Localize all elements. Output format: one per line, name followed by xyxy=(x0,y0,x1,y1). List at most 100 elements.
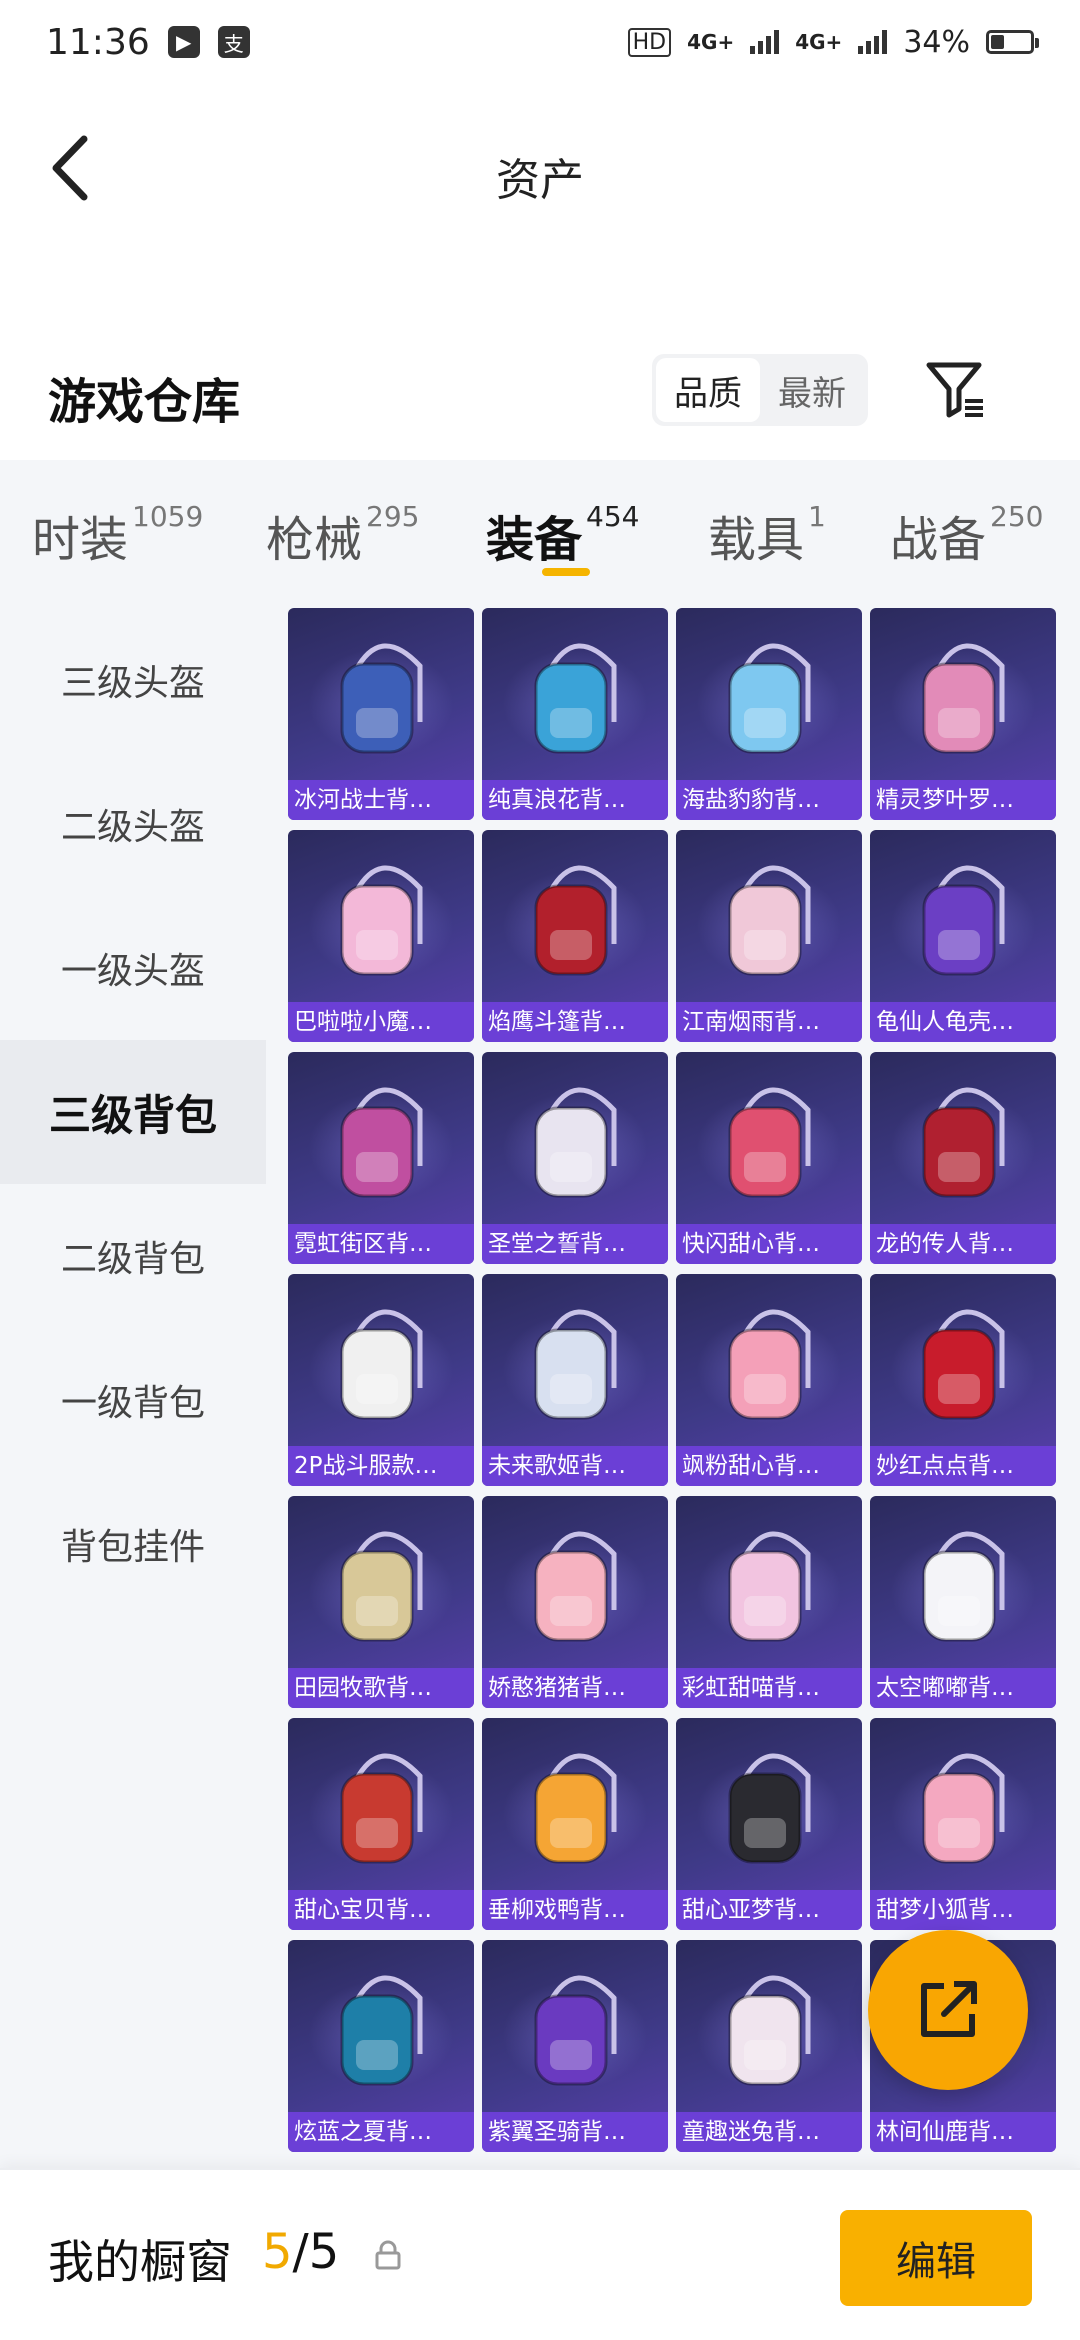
lock-icon xyxy=(375,2240,401,2270)
item-card[interactable]: 圣堂之誓背… xyxy=(482,1052,668,1264)
item-name: 林间仙鹿背… xyxy=(870,2112,1056,2152)
item-name: 冰河战士背… xyxy=(288,780,474,820)
item-card[interactable]: 童趣迷兔背… xyxy=(676,1940,862,2152)
tab-count: 1 xyxy=(808,500,826,533)
sort-newest-option[interactable]: 最新 xyxy=(760,358,864,422)
item-card[interactable]: 娇憨猪猪背… xyxy=(482,1496,668,1708)
item-card[interactable]: 飒粉甜心背… xyxy=(676,1274,862,1486)
item-name: 甜心亚梦背… xyxy=(676,1890,862,1930)
item-card[interactable]: 紫翼圣骑背… xyxy=(482,1940,668,2152)
backpack-icon xyxy=(340,865,423,976)
bottom-bar: 我的橱窗 5/5 编辑 xyxy=(0,2168,1080,2340)
edit-button[interactable]: 编辑 xyxy=(840,2210,1032,2306)
tab-equipment[interactable]: 装备 454 xyxy=(486,500,639,570)
showcase-count-current: 5 xyxy=(262,2224,293,2280)
share-button[interactable] xyxy=(868,1930,1028,2090)
hd-badge: HD xyxy=(627,27,672,57)
item-name: 娇憨猪猪背… xyxy=(482,1668,668,1708)
status-right: HD 4G+ 4G+ 34% xyxy=(627,25,1039,60)
tab-count: 250 xyxy=(990,500,1044,533)
backpack-icon xyxy=(922,643,1005,754)
sidebar-item-helmet-1[interactable]: 一级头盔 xyxy=(0,896,266,1040)
item-name: 妙红点点背… xyxy=(870,1446,1056,1486)
backpack-icon xyxy=(728,865,811,976)
item-name: 炫蓝之夏背… xyxy=(288,2112,474,2152)
item-name: 2P战斗服款… xyxy=(288,1446,474,1486)
item-card[interactable]: 焰鹰斗篷背… xyxy=(482,830,668,1042)
tab-label: 枪械 xyxy=(266,512,363,568)
tab-fashion[interactable]: 时装 1059 xyxy=(32,500,203,570)
backpack-icon xyxy=(534,1087,617,1198)
tab-guns[interactable]: 枪械 295 xyxy=(266,500,419,570)
backpack-icon xyxy=(922,1309,1005,1420)
item-card[interactable]: 龟仙人龟壳… xyxy=(870,830,1056,1042)
tab-supplies[interactable]: 战备 250 xyxy=(890,500,1043,570)
backpack-icon xyxy=(534,1753,617,1864)
item-name: 紫翼圣骑背… xyxy=(482,2112,668,2152)
item-card[interactable]: 彩虹甜喵背… xyxy=(676,1496,862,1708)
backpack-icon xyxy=(728,643,811,754)
backpack-icon xyxy=(728,1087,811,1198)
active-tab-indicator xyxy=(542,568,590,576)
item-card[interactable]: 冰河战士背… xyxy=(288,608,474,820)
item-name: 巴啦啦小魔… xyxy=(288,1002,474,1042)
item-card[interactable]: 甜梦小狐背… xyxy=(870,1718,1056,1930)
backpack-icon xyxy=(340,1975,423,2086)
item-name: 飒粉甜心背… xyxy=(676,1446,862,1486)
item-card[interactable]: 2P战斗服款… xyxy=(288,1274,474,1486)
item-card[interactable]: 甜心宝贝背… xyxy=(288,1718,474,1930)
sidebar-item-helmet-3[interactable]: 三级头盔 xyxy=(0,608,266,752)
item-card[interactable]: 快闪甜心背… xyxy=(676,1052,862,1264)
item-card[interactable]: 霓虹街区背… xyxy=(288,1052,474,1264)
tab-count: 454 xyxy=(586,500,640,533)
item-name: 海盐豹豹背… xyxy=(676,780,862,820)
backpack-icon xyxy=(340,643,423,754)
item-name: 未来歌姬背… xyxy=(482,1446,668,1486)
share-icon xyxy=(921,1981,977,2037)
item-name: 甜心宝贝背… xyxy=(288,1890,474,1930)
item-name: 纯真浪花背… xyxy=(482,780,668,820)
item-card[interactable]: 未来歌姬背… xyxy=(482,1274,668,1486)
backpack-icon xyxy=(340,1087,423,1198)
item-name: 太空嘟嘟背… xyxy=(870,1668,1056,1708)
backpack-icon xyxy=(340,1753,423,1864)
network-label-1: 4G+ xyxy=(687,30,735,54)
sidebar-item-helmet-2[interactable]: 二级头盔 xyxy=(0,752,266,896)
item-card[interactable]: 龙的传人背… xyxy=(870,1052,1056,1264)
item-card[interactable]: 海盐豹豹背… xyxy=(676,608,862,820)
item-card[interactable]: 田园牧歌背… xyxy=(288,1496,474,1708)
item-card[interactable]: 太空嘟嘟背… xyxy=(870,1496,1056,1708)
sort-quality-option[interactable]: 品质 xyxy=(656,358,760,422)
network-label-2: 4G+ xyxy=(795,30,843,54)
sidebar-item-backpack-2[interactable]: 二级背包 xyxy=(0,1184,266,1328)
header: 资产 xyxy=(0,84,1080,252)
sort-toggle: 品质 最新 xyxy=(652,354,868,426)
filter-button[interactable] xyxy=(920,354,992,426)
item-card[interactable]: 精灵梦叶罗… xyxy=(870,608,1056,820)
showcase-count-total: 5 xyxy=(308,2224,340,2280)
item-name: 江南烟雨背… xyxy=(676,1002,862,1042)
tab-vehicles[interactable]: 载具 1 xyxy=(708,500,826,570)
sidebar: 三级头盔 二级头盔 一级头盔 三级背包 二级背包 一级背包 背包挂件 xyxy=(0,608,266,2168)
item-card[interactable]: 炫蓝之夏背… xyxy=(288,1940,474,2152)
tab-count: 295 xyxy=(366,500,420,533)
item-name: 霓虹街区背… xyxy=(288,1224,474,1264)
item-card[interactable]: 垂柳戏鸭背… xyxy=(482,1718,668,1930)
tab-label: 装备 xyxy=(486,512,583,568)
sidebar-item-backpack-charm[interactable]: 背包挂件 xyxy=(0,1472,266,1616)
status-time: 11:36 xyxy=(46,21,150,63)
item-card[interactable]: 妙红点点背… xyxy=(870,1274,1056,1486)
item-card[interactable]: 纯真浪花背… xyxy=(482,608,668,820)
battery-icon xyxy=(986,30,1039,54)
item-card[interactable]: 巴啦啦小魔… xyxy=(288,830,474,1042)
status-bar: 11:36 ▶ 支 HD 4G+ 4G+ 34% xyxy=(0,0,1080,84)
showcase-count-separator: / xyxy=(292,2224,309,2280)
section-title: 游戏仓库 xyxy=(48,374,241,430)
item-name: 圣堂之誓背… xyxy=(482,1224,668,1264)
sidebar-item-backpack-1[interactable]: 一级背包 xyxy=(0,1328,266,1472)
sidebar-item-backpack-3[interactable]: 三级背包 xyxy=(0,1040,266,1184)
backpack-icon xyxy=(534,643,617,754)
backpack-icon xyxy=(728,1309,811,1420)
item-card[interactable]: 甜心亚梦背… xyxy=(676,1718,862,1930)
item-card[interactable]: 江南烟雨背… xyxy=(676,830,862,1042)
